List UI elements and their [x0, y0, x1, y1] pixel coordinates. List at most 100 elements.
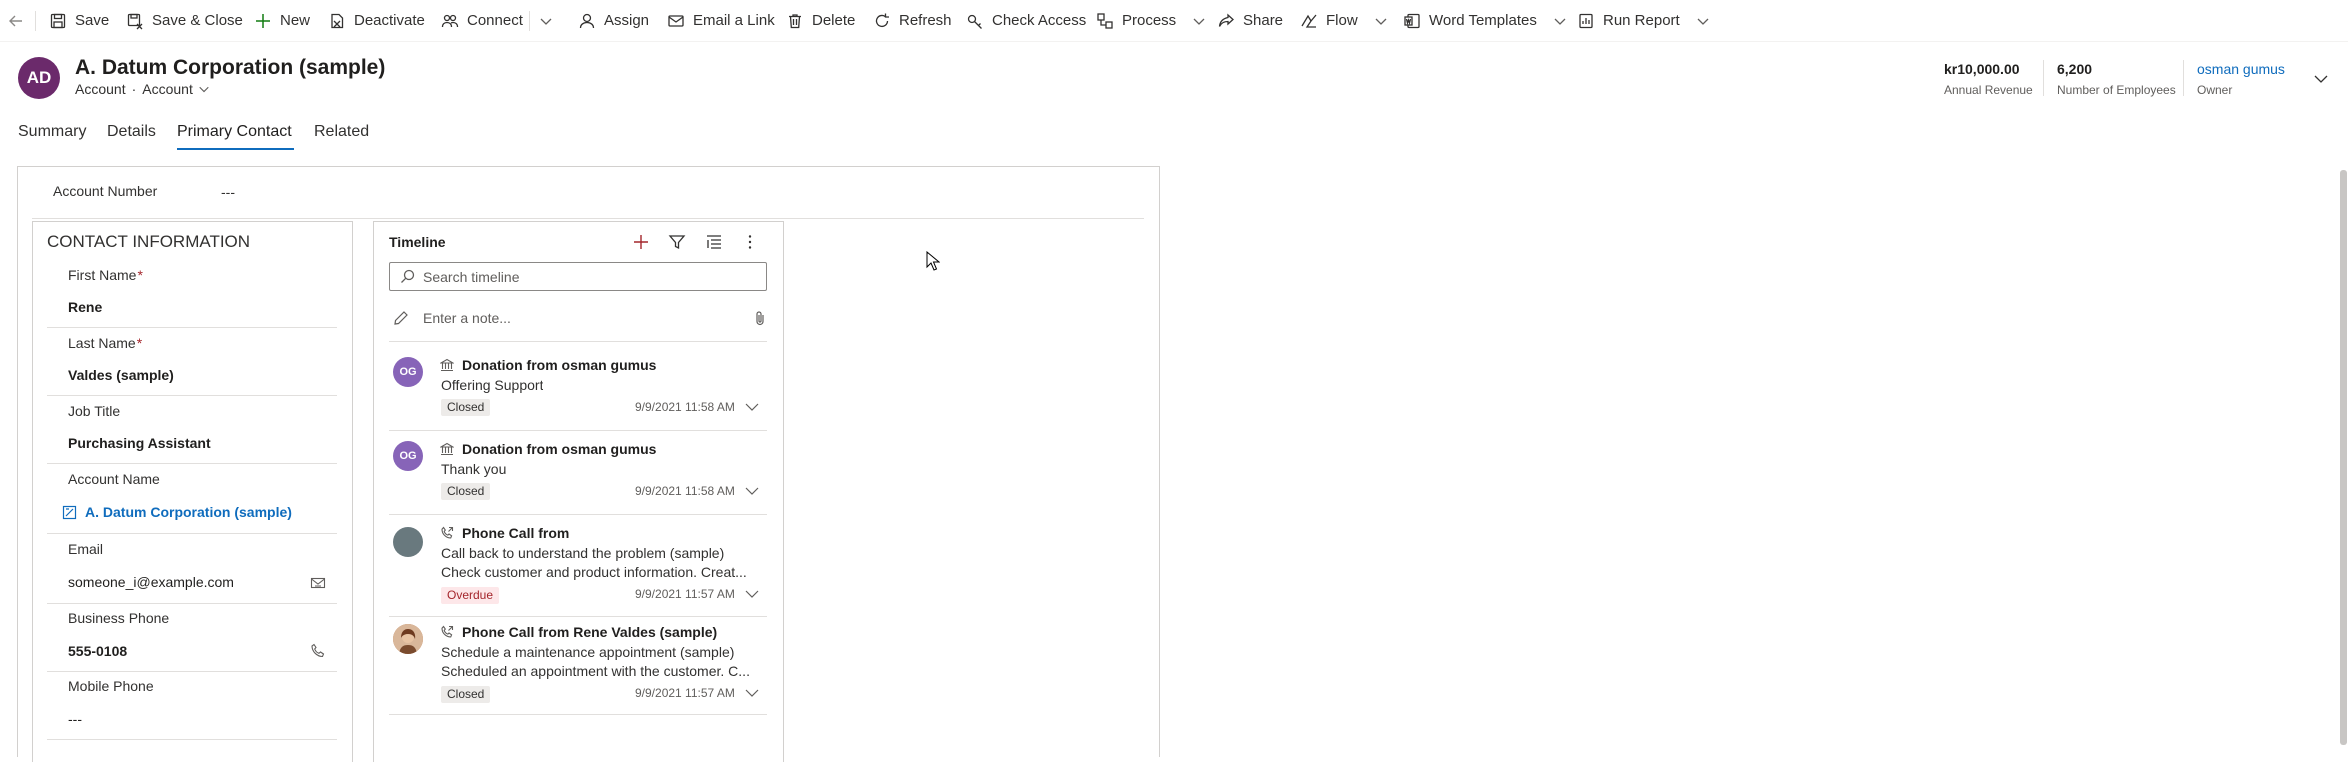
status-badge: Closed [441, 686, 491, 703]
key-icon [967, 14, 982, 29]
timeline-divider [389, 430, 767, 431]
connect-dropdown-button[interactable] [539, 0, 553, 41]
mobile-phone-label: Mobile Phone [68, 678, 154, 694]
back-arrow-icon [9, 15, 22, 26]
field-divider [47, 463, 337, 464]
page-scrollbar[interactable] [2340, 170, 2347, 745]
required-marker: * [136, 335, 143, 351]
avatar [393, 624, 423, 654]
form-selector[interactable]: Account [142, 81, 210, 97]
email-a-link-label: Email a Link [693, 12, 775, 29]
tab-details[interactable]: Details [107, 123, 156, 141]
chevron-down-icon[interactable] [744, 483, 760, 499]
account-name-link[interactable]: A. Datum Corporation (sample) [85, 504, 292, 520]
delete-button[interactable]: Delete [786, 0, 855, 41]
chevron-down-icon[interactable] [744, 586, 760, 602]
check-access-button[interactable]: Check Access [966, 0, 1086, 41]
business-phone-field[interactable]: 555-0108 [68, 643, 127, 659]
form-name: Account [142, 81, 193, 97]
phone-icon [441, 526, 454, 539]
share-icon [1218, 13, 1234, 27]
report-icon [1579, 13, 1593, 28]
field-divider [47, 327, 337, 328]
timeline-item-description: Scheduled an appointment with the custom… [441, 663, 750, 679]
word-templates-button[interactable]: Word Templates [1403, 0, 1567, 41]
save-and-close-label: Save & Close [152, 12, 243, 29]
new-label: New [280, 12, 311, 29]
field-divider [32, 218, 1144, 219]
tab-related[interactable]: Related [314, 123, 369, 141]
refresh-button[interactable]: Refresh [873, 0, 952, 41]
header-divider [2183, 60, 2184, 96]
person-icon [579, 13, 595, 28]
account-name-label: Account Name [68, 471, 160, 487]
send-email-icon[interactable] [310, 575, 326, 591]
phone-icon[interactable] [310, 643, 326, 659]
last-name-field[interactable]: Valdes (sample) [68, 367, 174, 383]
deactivate-button[interactable]: Deactivate [328, 0, 425, 41]
chevron-down-icon[interactable] [744, 399, 760, 415]
email-a-link-button[interactable]: Email a Link [667, 0, 775, 41]
status-badge: Closed [441, 399, 491, 416]
timeline-divider [389, 616, 767, 617]
filter-icon[interactable] [668, 233, 686, 251]
status-badge: Overdue [441, 587, 500, 604]
attachment-icon[interactable] [752, 310, 768, 326]
note-divider [389, 341, 767, 342]
header-divider [2043, 60, 2044, 96]
run-report-button[interactable]: Run Report [1577, 0, 1710, 41]
add-icon[interactable] [632, 233, 650, 251]
account-name-lookup[interactable]: A. Datum Corporation (sample) [62, 504, 292, 520]
flow-icon [1301, 14, 1317, 28]
divider [529, 11, 530, 31]
owner-link[interactable]: osman gumus [2197, 61, 2285, 77]
flow-button[interactable]: Flow [1300, 0, 1388, 41]
save-button[interactable]: Save [49, 0, 109, 41]
contact-information-title: CONTACT INFORMATION [47, 232, 251, 251]
tab-summary[interactable]: Summary [18, 123, 86, 141]
save-and-close-button[interactable]: Save & Close [126, 0, 243, 41]
divider [35, 11, 36, 31]
field-divider [47, 533, 337, 534]
new-button[interactable]: New [254, 0, 310, 41]
share-button[interactable]: Share [1217, 0, 1283, 41]
command-bar: Save Save & Close New Deactivate Connect… [0, 0, 2348, 42]
owner-label: Owner [2197, 83, 2233, 97]
header-expand-button[interactable] [2313, 71, 2329, 87]
timeline-note-input[interactable]: Enter a note... [393, 310, 768, 326]
tab-primary-contact[interactable]: Primary Contact [177, 123, 292, 141]
account-record-icon [62, 505, 77, 519]
list-view-icon[interactable] [705, 233, 723, 251]
annual-revenue-value: kr10,000.00 [1944, 61, 2020, 77]
first-name-field[interactable]: Rene [68, 299, 102, 315]
back-button[interactable] [7, 0, 25, 41]
timeline-item-header: Phone Call from Rene Valdes (sample) [440, 624, 717, 640]
more-options-icon[interactable] [741, 233, 759, 251]
share-label: Share [1243, 12, 1284, 29]
timeline-item-title: Phone Call from Rene Valdes (sample) [462, 624, 718, 640]
refresh-icon [875, 13, 889, 27]
job-title-field[interactable]: Purchasing Assistant [68, 435, 211, 451]
separator-dot: · [131, 81, 137, 97]
timeline-item-date: 9/9/2021 11:58 AM [635, 484, 735, 498]
account-number-field[interactable]: --- [221, 184, 235, 200]
timeline-divider [389, 714, 767, 715]
trash-icon [789, 13, 801, 28]
timeline-title: Timeline [389, 234, 446, 250]
mobile-phone-field[interactable]: --- [68, 711, 82, 727]
save-icon [50, 13, 66, 28]
timeline-divider [389, 514, 767, 515]
timeline-item-header: Donation from osman gumus [440, 441, 656, 457]
timeline-search-placeholder: Search timeline [423, 268, 520, 285]
assign-button[interactable]: Assign [578, 0, 649, 41]
chevron-down-icon[interactable] [744, 685, 760, 701]
first-name-label: First Name* [68, 267, 143, 283]
connect-button[interactable]: Connect [441, 0, 523, 41]
chevron-down-icon [540, 18, 552, 25]
search-icon [401, 269, 415, 283]
timeline-search[interactable]: Search timeline [389, 262, 767, 291]
entity-name: Account [75, 81, 126, 97]
chevron-down-icon [1554, 18, 1566, 25]
process-button[interactable]: Process [1096, 0, 1206, 41]
email-field[interactable]: someone_i@example.com [68, 574, 234, 590]
